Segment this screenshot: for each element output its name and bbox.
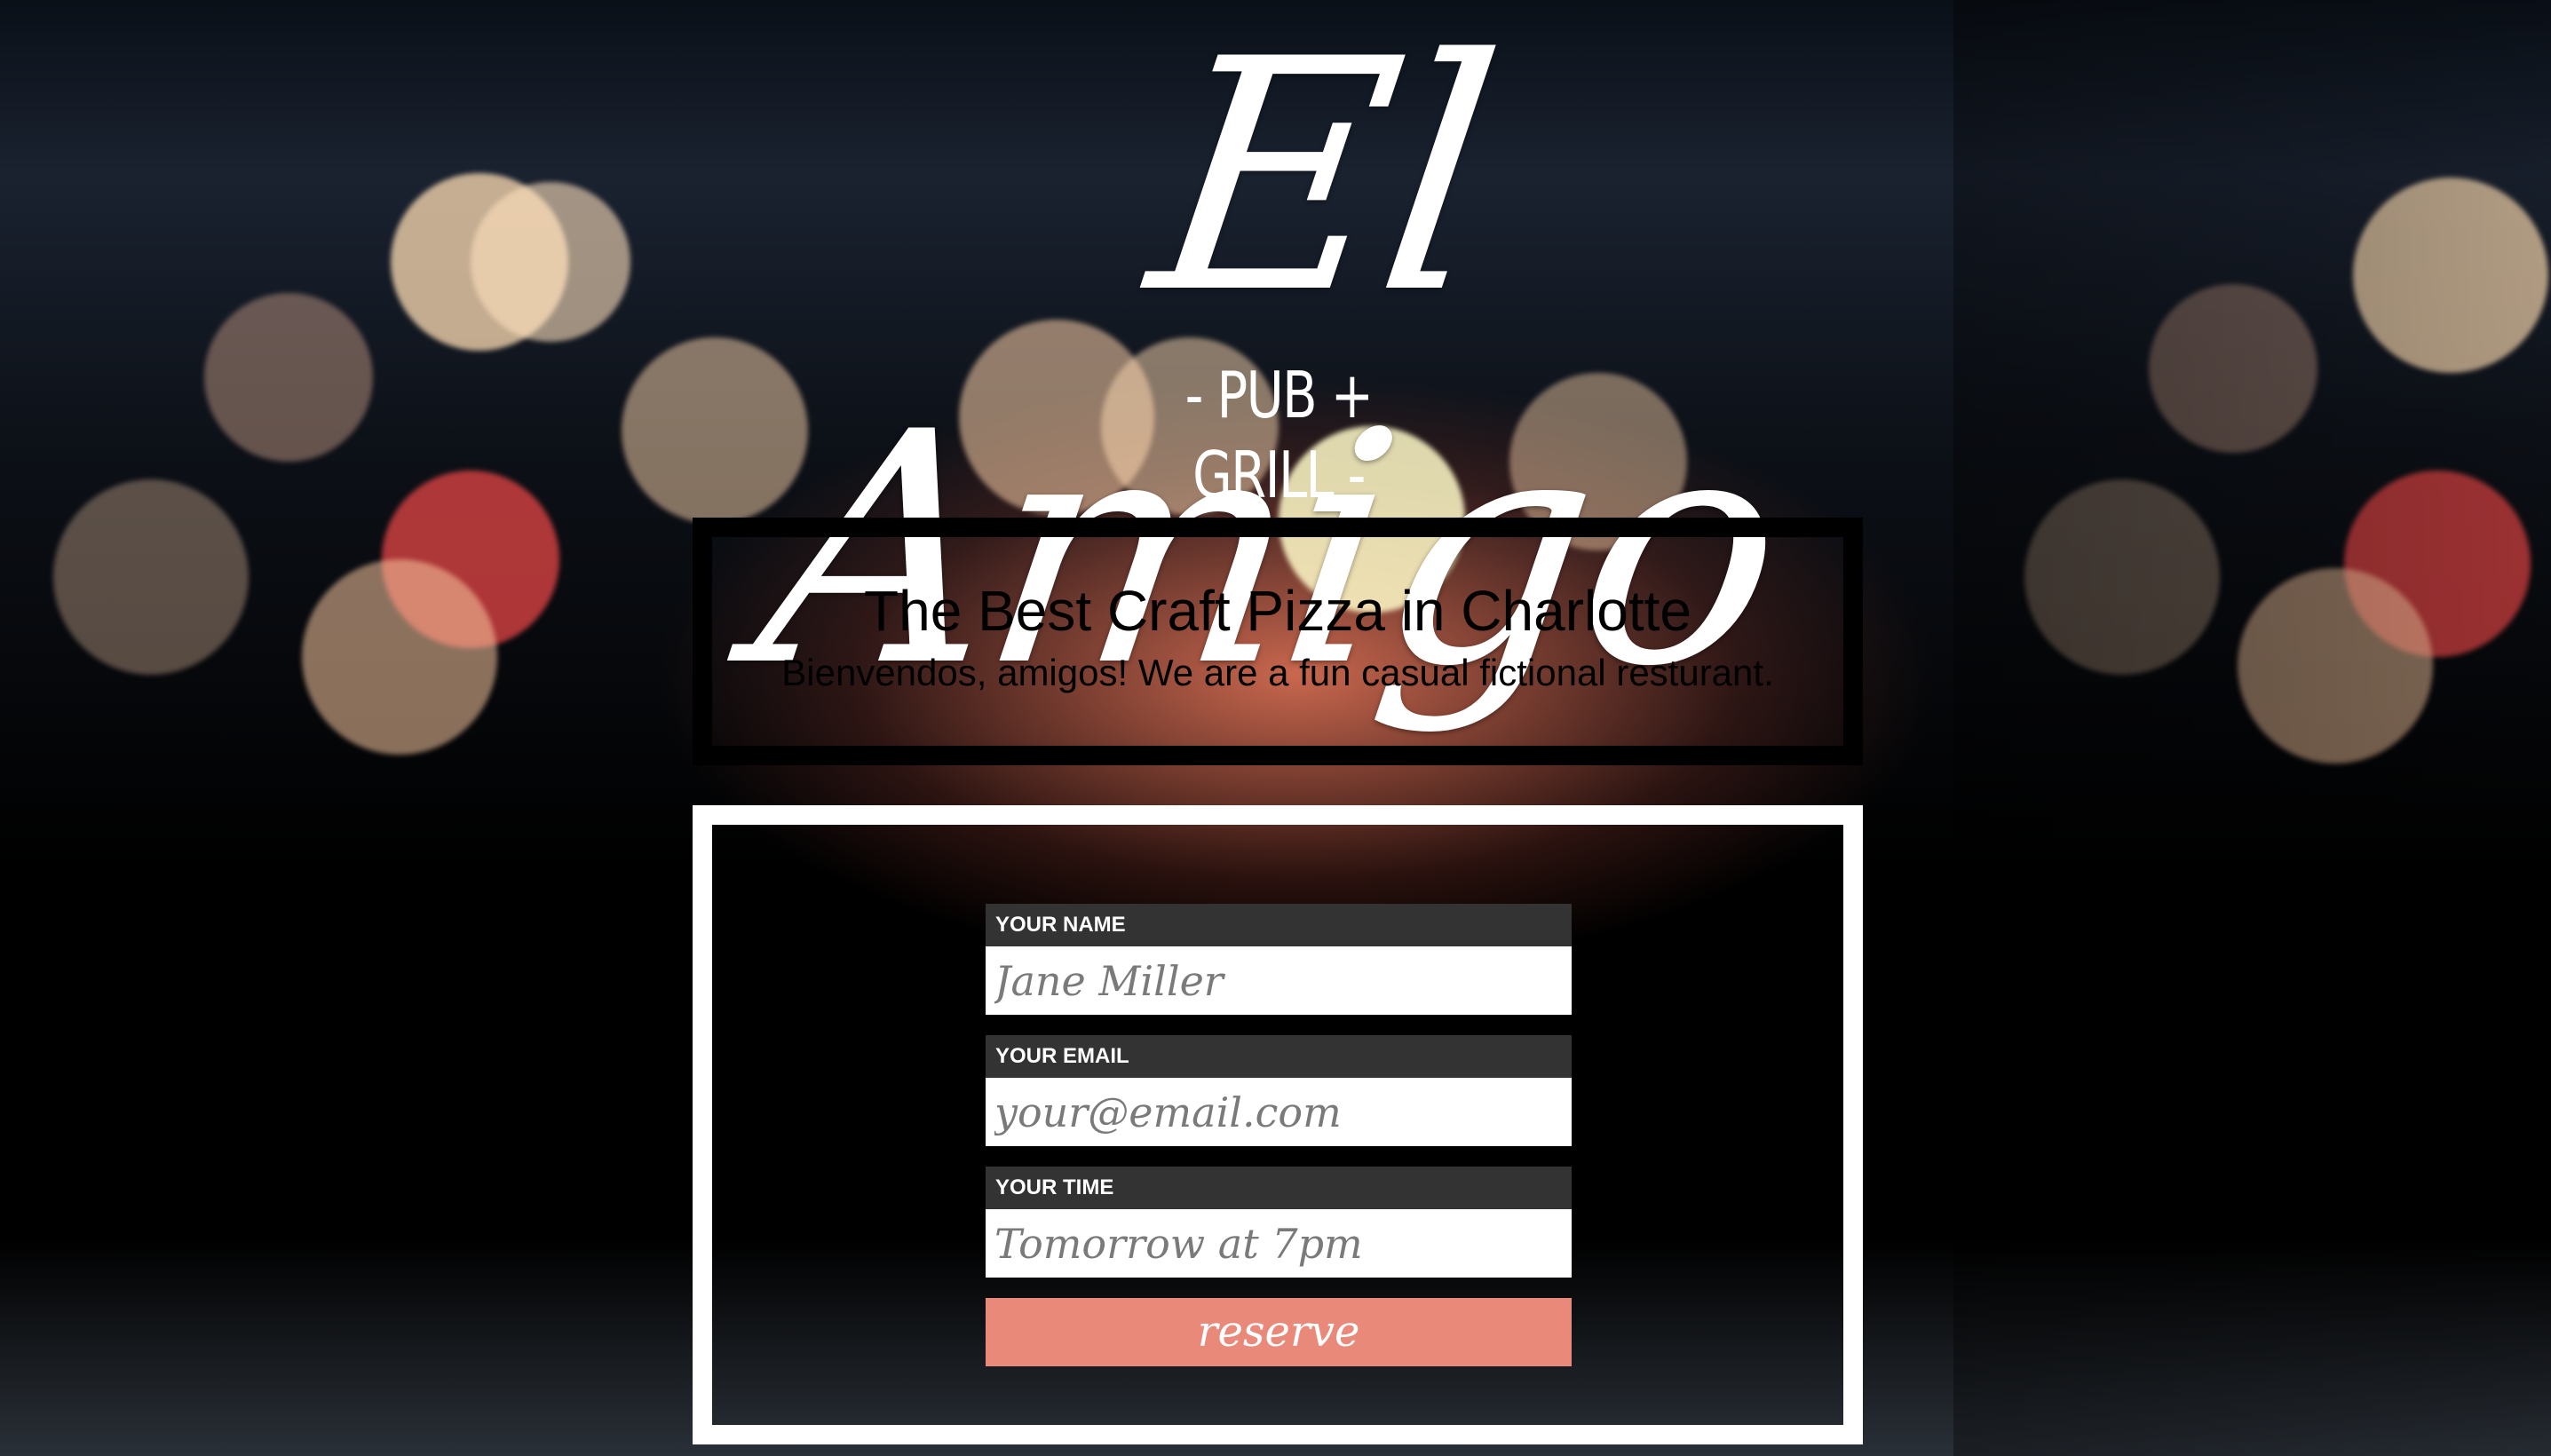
bokeh-light	[302, 559, 497, 755]
logo-subtitle: - PUB + GRILL -	[1184, 358, 1374, 512]
email-field-group: YOUR EMAIL	[986, 1035, 1572, 1146]
logo: El Amigo - PUB + GRILL -	[0, 0, 2551, 736]
intro-box: The Best Craft Pizza in Charlotte Bienve…	[693, 518, 1863, 765]
name-label: YOUR NAME	[986, 904, 1572, 946]
page-background: El Amigo - PUB + GRILL - The Best Craft …	[0, 0, 2551, 1456]
email-input[interactable]	[986, 1078, 1572, 1146]
reservation-form: YOUR NAME YOUR EMAIL YOUR TIME reserve	[986, 904, 1572, 1366]
intro-text: Bienvendos, amigos! We are a fun casual …	[781, 652, 1774, 693]
reserve-button[interactable]: reserve	[986, 1298, 1572, 1366]
time-label: YOUR TIME	[986, 1167, 1572, 1209]
intro-title: The Best Craft Pizza in Charlotte	[864, 579, 1691, 643]
time-field-group: YOUR TIME	[986, 1167, 1572, 1278]
name-input[interactable]	[986, 946, 1572, 1015]
name-field-group: YOUR NAME	[986, 904, 1572, 1015]
email-label: YOUR EMAIL	[986, 1035, 1572, 1078]
time-input[interactable]	[986, 1209, 1572, 1278]
bokeh-light	[53, 479, 249, 675]
